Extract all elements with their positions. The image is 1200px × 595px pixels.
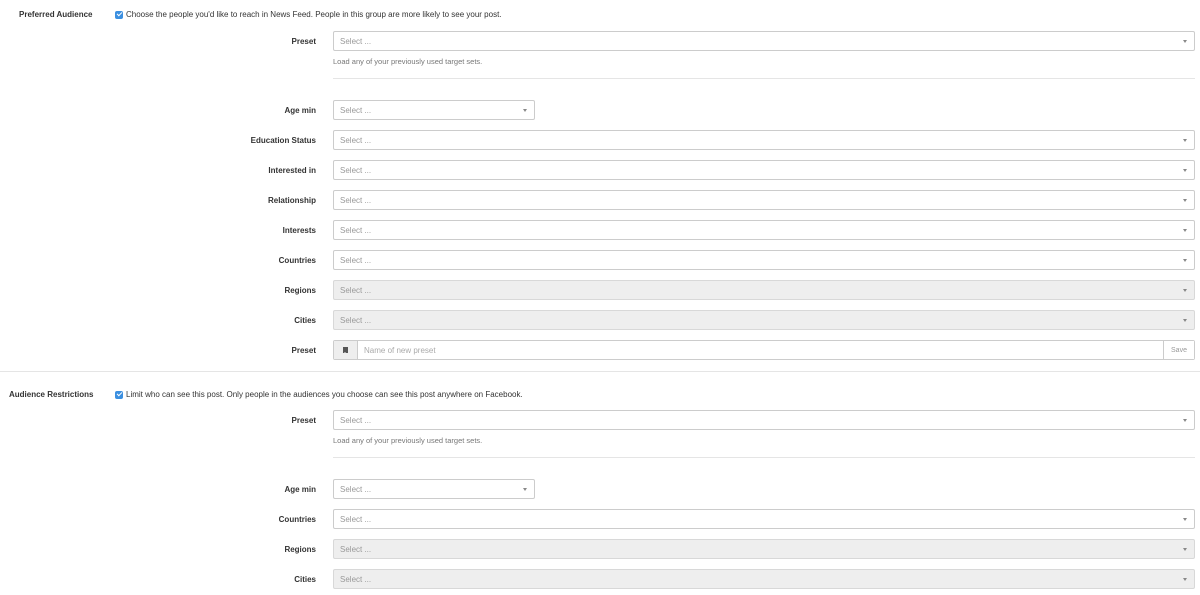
field-label-interests: Interests bbox=[282, 226, 316, 235]
chevron-down-icon bbox=[1183, 548, 1187, 551]
section-divider bbox=[0, 371, 1200, 372]
new-preset-addon bbox=[334, 341, 358, 359]
field-label-education-status: Education Status bbox=[250, 136, 316, 145]
chevron-down-icon bbox=[1183, 419, 1187, 422]
interests-select[interactable]: Select ... bbox=[333, 220, 1195, 240]
interested-in-select[interactable]: Select ... bbox=[333, 160, 1195, 180]
chevron-down-icon bbox=[1183, 199, 1187, 202]
restrictions-field-label-regions: Regions bbox=[284, 545, 316, 554]
chevron-down-icon bbox=[1183, 259, 1187, 262]
preferred-audience-title: Preferred Audience bbox=[19, 10, 93, 19]
new-preset-name-input[interactable] bbox=[358, 341, 1163, 359]
bookmark-icon bbox=[343, 347, 348, 354]
field-label-relationship: Relationship bbox=[267, 196, 316, 205]
restrictions-preset-label: Preset bbox=[291, 416, 316, 425]
chevron-down-icon bbox=[523, 109, 527, 112]
divider bbox=[333, 457, 1195, 458]
audience-restrictions-checkbox-row[interactable]: Limit who can see this post. Only people… bbox=[115, 390, 523, 399]
restrictions-field-label-cities: Cities bbox=[294, 575, 316, 584]
chevron-down-icon bbox=[1183, 169, 1187, 172]
divider bbox=[333, 78, 1195, 79]
preferred-audience-checkbox-row[interactable]: Choose the people you'd like to reach in… bbox=[115, 10, 502, 19]
restrictions-preset-help: Load any of your previously used target … bbox=[333, 436, 483, 445]
field-label-age-min: Age min bbox=[284, 106, 316, 115]
new-preset-label: Preset bbox=[291, 346, 316, 355]
chevron-down-icon bbox=[523, 488, 527, 491]
restrictions-cities-select: Select ... bbox=[333, 569, 1195, 589]
checkbox-checked-icon[interactable] bbox=[115, 390, 123, 399]
field-label-interested-in: Interested in bbox=[268, 166, 316, 175]
checkbox-checked-icon[interactable] bbox=[115, 10, 123, 19]
audience-restrictions-checkbox-text: Limit who can see this post. Only people… bbox=[126, 390, 523, 399]
field-label-regions: Regions bbox=[284, 286, 316, 295]
education-status-select[interactable]: Select ... bbox=[333, 130, 1195, 150]
save-preset-button[interactable]: Save bbox=[1163, 341, 1194, 359]
chevron-down-icon bbox=[1183, 518, 1187, 521]
chevron-down-icon bbox=[1183, 289, 1187, 292]
restrictions-age-min-select[interactable]: Select ... bbox=[333, 479, 535, 499]
restrictions-regions-select: Select ... bbox=[333, 539, 1195, 559]
audience-restrictions-title: Audience Restrictions bbox=[9, 390, 94, 399]
preferred-preset-label: Preset bbox=[291, 37, 316, 46]
age-min-select[interactable]: Select ... bbox=[333, 100, 535, 120]
preferred-preset-help: Load any of your previously used target … bbox=[333, 57, 483, 66]
field-label-cities: Cities bbox=[294, 316, 316, 325]
preferred-preset-select[interactable]: Select ... bbox=[333, 31, 1195, 51]
cities-select: Select ... bbox=[333, 310, 1195, 330]
restrictions-countries-select[interactable]: Select ... bbox=[333, 509, 1195, 529]
regions-select: Select ... bbox=[333, 280, 1195, 300]
restrictions-field-label-age-min: Age min bbox=[284, 485, 316, 494]
restrictions-preset-select[interactable]: Select ... bbox=[333, 410, 1195, 430]
field-label-countries: Countries bbox=[278, 256, 316, 265]
new-preset-group: Save bbox=[333, 340, 1195, 360]
relationship-select[interactable]: Select ... bbox=[333, 190, 1195, 210]
restrictions-field-label-countries: Countries bbox=[278, 515, 316, 524]
chevron-down-icon bbox=[1183, 40, 1187, 43]
chevron-down-icon bbox=[1183, 319, 1187, 322]
chevron-down-icon bbox=[1183, 578, 1187, 581]
chevron-down-icon bbox=[1183, 139, 1187, 142]
chevron-down-icon bbox=[1183, 229, 1187, 232]
countries-select[interactable]: Select ... bbox=[333, 250, 1195, 270]
preferred-audience-checkbox-text: Choose the people you'd like to reach in… bbox=[126, 10, 502, 19]
